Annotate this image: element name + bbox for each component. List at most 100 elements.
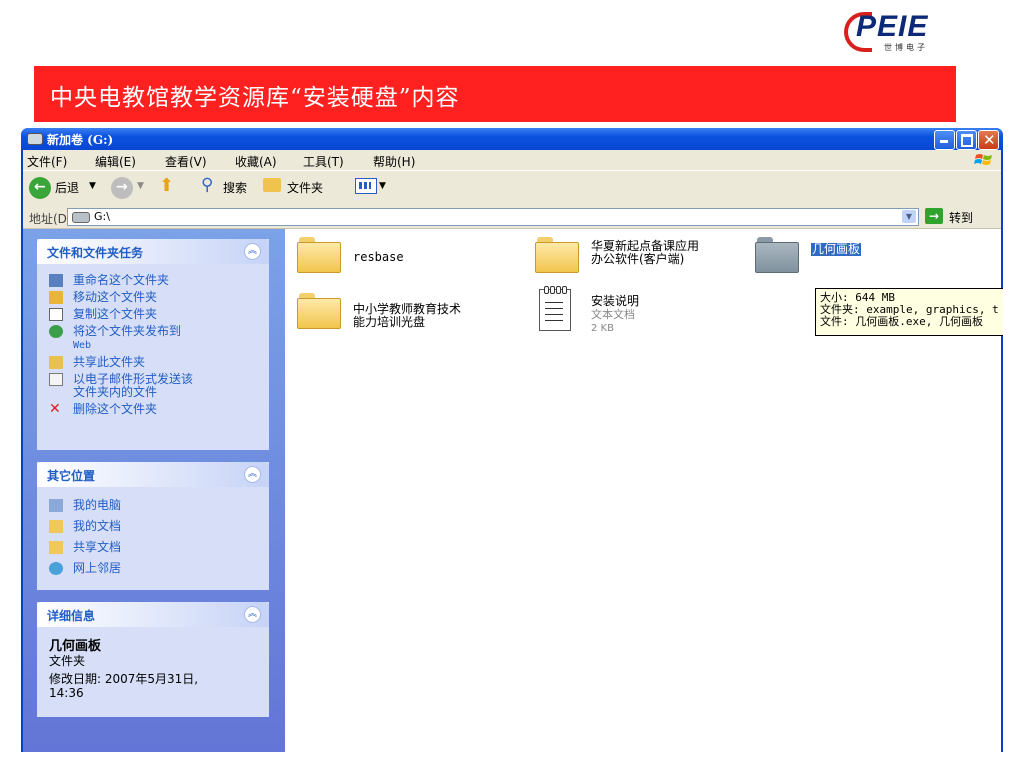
address-input[interactable]: G:\ ▼ [67,208,919,226]
file-item-huaxia[interactable]: 华夏新起点备课应用 办公软件(客户端) [535,237,745,277]
file-name: resbase [353,250,404,264]
task-share[interactable]: 共享此文件夹 [37,356,269,369]
back-dropdown-icon[interactable]: ▼ [89,181,96,191]
place-my-computer-label: 我的电脑 [73,498,122,512]
task-rename-label: 重命名这个文件夹 [73,273,170,287]
menu-tools[interactable]: 工具(T) [303,153,344,170]
forward-arrow-icon[interactable]: → [111,177,133,199]
close-button[interactable]: ✕ [978,130,999,150]
file-tasks-header[interactable]: 文件和文件夹任务 ︽ [37,239,269,264]
details-modified-time: 14:36 [49,686,84,700]
up-folder-icon[interactable]: ⬆ [159,175,174,196]
details-header[interactable]: 详细信息 ︽ [37,602,269,627]
task-publish[interactable]: 将这个文件夹发布到 Web [37,325,269,352]
other-places-title: 其它位置 [47,469,96,483]
collapse-icon[interactable]: ︽ [244,606,261,623]
task-delete-label: 删除这个文件夹 [73,402,158,416]
drive-small-icon [72,212,90,223]
task-email-label-2: 文件夹内的文件 [73,385,158,399]
go-label: 转到 [949,211,974,225]
task-email-label: 以电子邮件形式发送该 [73,372,194,386]
move-icon [49,291,63,304]
go-arrow-icon: → [925,208,943,224]
file-tasks-title: 文件和文件夹任务 [47,246,144,260]
other-places-panel: 其它位置 ︽ 我的电脑 我的文档 共享文档 网上邻居 [37,462,269,590]
search-button[interactable]: 搜索 [223,179,247,196]
task-copy[interactable]: 复制这个文件夹 [37,308,269,321]
task-publish-label-2: Web [73,340,92,351]
details-panel: 详细信息 ︽ 几何画板 文件夹 修改日期: 2007年5月31日, 14:36 [37,602,269,717]
folder-icon [755,237,799,273]
menu-help[interactable]: 帮助(H) [373,153,415,170]
collapse-icon[interactable]: ︽ [244,243,261,260]
place-network[interactable]: 网上邻居 [37,562,269,575]
title-bar[interactable]: 新加卷 (G:) ✕ [21,128,1003,150]
search-icon[interactable]: ⚲ [201,175,213,195]
folders-icon[interactable] [263,178,281,192]
folder-info-tooltip: 大小: 644 MB 文件夹: example, graphics, t 文件:… [815,288,1003,336]
menu-edit[interactable]: 编辑(E) [95,153,136,170]
peie-logo: PEIE 世博电子 [844,8,954,54]
menu-view[interactable]: 查看(V) [165,153,207,170]
toolbar: ← 后退 ▼ → ▼ ⬆ ⚲ 搜索 文件夹 ▼ [23,170,1001,208]
task-move-label: 移动这个文件夹 [73,290,158,304]
place-network-label: 网上邻居 [73,561,122,575]
delete-icon: ✕ [49,401,61,417]
slide-banner: 中央电教馆教学资源库“安装硬盘”内容 [34,66,956,122]
slide-title: 中央电教馆教学资源库“安装硬盘”内容 [50,85,460,111]
maximize-button[interactable] [956,130,977,150]
network-icon [49,562,63,575]
task-delete[interactable]: ✕ 删除这个文件夹 [37,401,269,417]
task-move[interactable]: 移动这个文件夹 [37,291,269,304]
drive-icon [27,133,43,145]
forward-dropdown-icon[interactable]: ▼ [137,181,144,191]
menu-file[interactable]: 文件(F) [27,153,67,170]
views-dropdown-icon[interactable]: ▼ [379,181,386,191]
windows-logo-icon [974,154,992,165]
task-rename[interactable]: 重命名这个文件夹 [37,274,269,287]
address-dropdown-icon[interactable]: ▼ [902,210,916,223]
logo-text: PEIE [856,10,929,43]
file-tasks-panel: 文件和文件夹任务 ︽ 重命名这个文件夹 移动这个文件夹 复制这个文件夹 将这个文… [37,239,269,450]
details-title: 详细信息 [47,609,96,623]
file-item-jihehuaban[interactable]: 几何画板 [755,237,955,277]
file-item-install-readme[interactable]: 安装说明 文本文档 2 KB [539,286,739,335]
place-shared-documents[interactable]: 共享文档 [37,541,269,554]
file-item-teacher-training[interactable]: 中小学教师教育技术 能力培训光盘 [297,293,507,333]
place-my-documents[interactable]: 我的文档 [37,520,269,533]
address-bar: 地址(D) G:\ ▼ → 转到 [23,206,1001,229]
file-item-resbase[interactable]: resbase [297,237,497,277]
task-publish-label: 将这个文件夹发布到 [73,324,182,338]
place-my-computer[interactable]: 我的电脑 [37,499,269,512]
folders-button[interactable]: 文件夹 [287,179,323,196]
menu-bar: 文件(F) 编辑(E) 查看(V) 收藏(A) 工具(T) 帮助(H) [23,150,1001,170]
task-pane: 文件和文件夹任务 ︽ 重命名这个文件夹 移动这个文件夹 复制这个文件夹 将这个文… [23,229,285,752]
logo-subtext: 世博电子 [884,43,928,52]
rename-icon [49,274,63,287]
place-shared-documents-label: 共享文档 [73,540,122,554]
collapse-icon[interactable]: ︽ [244,466,261,483]
menu-favorites[interactable]: 收藏(A) [235,153,277,170]
back-arrow-icon[interactable]: ← [29,177,51,199]
folder-icon [297,237,341,273]
other-places-header[interactable]: 其它位置 ︽ [37,462,269,487]
publish-web-icon [49,325,63,338]
details-modified-date: 修改日期: 2007年5月31日, [49,672,199,686]
explorer-window: 新加卷 (G:) ✕ 文件(F) 编辑(E) 查看(V) 收藏(A) 工具(T)… [21,128,1003,752]
address-value: G:\ [94,210,110,223]
views-icon[interactable] [355,178,377,194]
task-email[interactable]: 以电子邮件形式发送该 文件夹内的文件 [37,373,269,399]
computer-icon [49,499,63,512]
place-my-documents-label: 我的文档 [73,519,122,533]
folder-icon [297,293,341,329]
details-item-type: 文件夹 [49,654,86,668]
minimize-button[interactable] [934,130,955,150]
file-name: 中小学教师教育技术 能力培训光盘 [353,302,462,329]
text-document-icon [539,286,571,331]
share-icon [49,356,63,369]
file-name: 安装说明 文本文档 2 KB [591,294,640,335]
back-button[interactable]: 后退 [55,179,79,196]
file-name: 华夏新起点备课应用 办公软件(客户端) [591,239,700,266]
email-icon [49,373,63,386]
task-copy-label: 复制这个文件夹 [73,307,158,321]
